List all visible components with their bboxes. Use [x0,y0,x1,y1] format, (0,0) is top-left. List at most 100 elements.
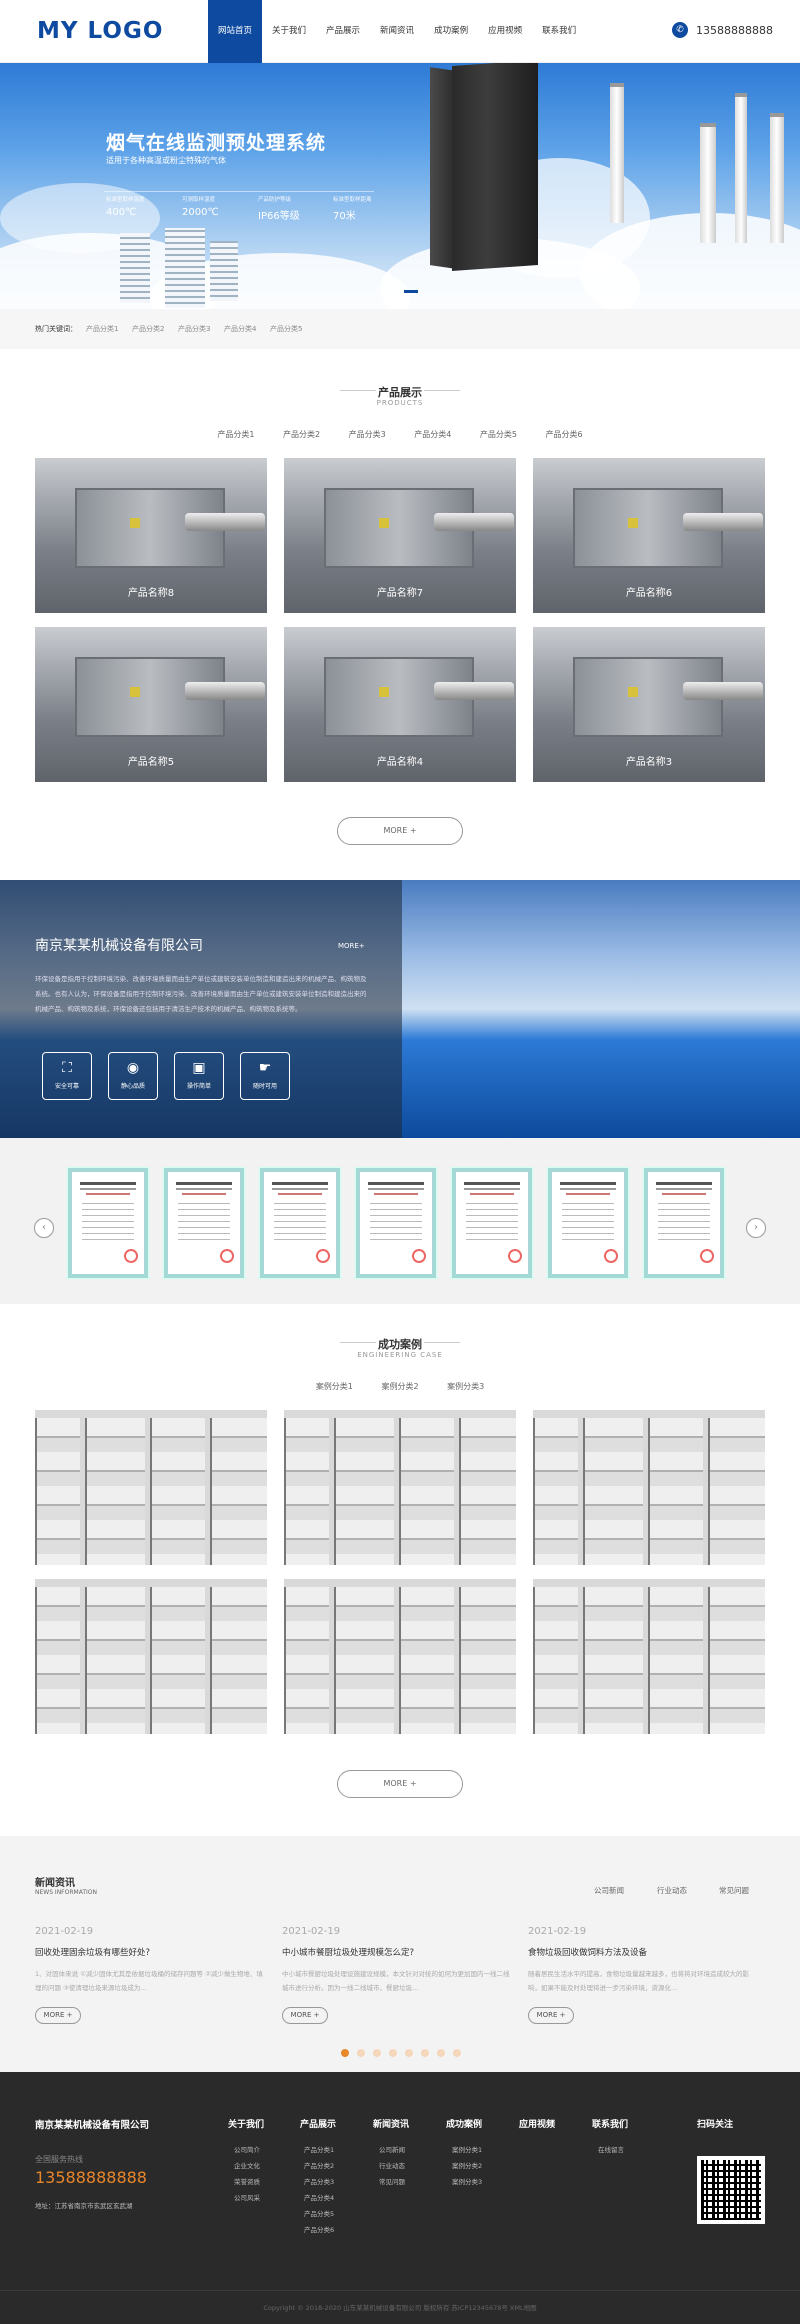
footer-link[interactable]: 产品分类1 [300,2144,336,2154]
news-tab-faq[interactable]: 常见问题 [719,1885,749,1896]
news-item[interactable]: 2021-02-19 中小城市餐厨垃圾处理规模怎么定? 中小城市餐厨垃圾处理设施… [282,1926,512,2024]
nav-home[interactable]: 网站首页 [208,0,263,63]
carousel-prev-button[interactable]: ‹ [34,1218,54,1238]
footer-col-news: 新闻资讯 公司新闻 行业动态 常见问题 [373,2120,410,2186]
certificate-image[interactable] [260,1168,340,1278]
news-pager-dot[interactable] [373,2049,381,2057]
about-more-link[interactable]: MORE+ [338,942,365,950]
footer-link[interactable]: 常见问题 [373,2176,409,2186]
product-name: 产品名称5 [127,757,175,768]
tab-case-2[interactable]: 案例分类2 [381,1382,418,1391]
product-card[interactable]: 产品名称4 [284,627,516,782]
product-name: 产品名称4 [376,757,424,768]
news-pager-dot[interactable] [341,2049,349,2057]
banner-pager-dot[interactable] [404,290,418,293]
news-pager-dot[interactable] [405,2049,413,2057]
products-more-button[interactable]: MORE + [337,817,463,845]
news-pager-dot[interactable] [357,2049,365,2057]
news-item[interactable]: 2021-02-19 食物垃圾回收做饲料方法及设备 随着居民生活水平的提高，食物… [528,1926,758,2024]
news-item[interactable]: 2021-02-19 回收处理固余垃圾有哪些好处? 1、对固体来说 ①减少固体尤… [35,1926,265,2024]
about-text: 环保设备是指用于控制环境污染、改善环境质量而由生产单位或建筑安装单位制造和建造出… [35,975,367,1013]
phone-number: 13588888888 [696,23,773,37]
keyword-link[interactable]: 产品分类4 [224,324,256,334]
product-card[interactable]: 产品名称6 [533,458,765,613]
tab-case-3[interactable]: 案例分类3 [447,1382,484,1391]
certificate-image[interactable] [452,1168,532,1278]
product-name: 产品名称7 [376,588,424,599]
nav-products[interactable]: 产品展示 [316,0,370,63]
product-card[interactable]: 产品名称8 [35,458,267,613]
site-header: MY LOGO 网站首页 关于我们 产品展示 新闻资讯 成功案例 应用视频 联系… [0,0,800,63]
case-card[interactable] [284,1410,516,1565]
news-tab-company[interactable]: 公司新闻 [594,1885,624,1896]
certificate-image[interactable] [356,1168,436,1278]
tab-product-6[interactable]: 产品分类6 [546,430,583,439]
product-tabs: 产品分类1 产品分类2 产品分类3 产品分类4 产品分类5 产品分类6 [0,429,800,440]
certificate-image[interactable] [548,1168,628,1278]
certificate-image[interactable] [68,1168,148,1278]
keyword-link[interactable]: 产品分类5 [270,324,302,334]
keyword-link[interactable]: 产品分类3 [178,324,210,334]
nav-contact[interactable]: 联系我们 [532,0,586,63]
products-title: 产品展示 [378,386,422,399]
news-headline[interactable]: 回收处理固余垃圾有哪些好处? [35,1946,265,1958]
products-subtitle: PRODUCTS [376,399,424,407]
news-more-button[interactable]: MORE + [35,2007,81,2024]
cases-more-button[interactable]: MORE + [337,1770,463,1798]
carousel-next-button[interactable]: › [746,1218,766,1238]
footer-link[interactable]: 荣誉资质 [228,2176,264,2186]
product-card[interactable]: 产品名称3 [533,627,765,782]
footer-link[interactable]: 产品分类5 [300,2208,336,2218]
tab-product-5[interactable]: 产品分类5 [480,430,517,439]
certificate-image[interactable] [644,1168,724,1278]
footer-link[interactable]: 案例分类1 [446,2144,482,2154]
footer-link[interactable]: 公司新闻 [373,2144,409,2154]
news-date: 2021-02-19 [35,1926,94,1937]
nav-cases[interactable]: 成功案例 [424,0,478,63]
news-pager-dot[interactable] [421,2049,429,2057]
footer-link[interactable]: 行业动态 [373,2160,409,2170]
tab-product-2[interactable]: 产品分类2 [283,430,320,439]
footer-link[interactable]: 公司简介 [228,2144,264,2154]
news-pager-dot[interactable] [389,2049,397,2057]
case-card[interactable] [35,1410,267,1565]
hero-banner[interactable]: 烟气在线监测预处理系统 适用于各种高温或粉尘特殊的气体 标准型取样温度 400℃ … [0,63,800,309]
news-more-button[interactable]: MORE + [282,2007,328,2024]
site-logo[interactable]: MY LOGO [37,18,163,44]
news-headline[interactable]: 中小城市餐厨垃圾处理规模怎么定? [282,1946,512,1958]
news-more-button[interactable]: MORE + [528,2007,574,2024]
news-headline[interactable]: 食物垃圾回收做饲料方法及设备 [528,1946,758,1958]
news-tab-industry[interactable]: 行业动态 [657,1885,687,1896]
product-card[interactable]: 产品名称5 [35,627,267,782]
footer-link[interactable]: 产品分类4 [300,2192,336,2202]
footer-link[interactable]: 公司风采 [228,2192,264,2202]
footer-link[interactable]: 案例分类3 [446,2176,482,2186]
nav-news[interactable]: 新闻资讯 [370,0,424,63]
footer-col-cases: 成功案例 案例分类1 案例分类2 案例分类3 [446,2120,483,2186]
case-card[interactable] [35,1579,267,1734]
footer-link[interactable]: 产品分类3 [300,2176,336,2186]
footer-link[interactable]: 在线留言 [592,2144,628,2154]
news-pager-dot[interactable] [437,2049,445,2057]
case-card[interactable] [533,1579,765,1734]
certificate-image[interactable] [164,1168,244,1278]
case-card[interactable] [284,1579,516,1734]
news-pager-dot[interactable] [453,2049,461,2057]
news-title: 新闻资讯 [35,1878,75,1889]
keyword-link[interactable]: 产品分类2 [132,324,164,334]
footer-link[interactable]: 产品分类6 [300,2224,336,2234]
tab-product-1[interactable]: 产品分类1 [217,430,254,439]
about-section: 南京某某机械设备有限公司 MORE+ 环保设备是指用于控制环境污染、改善环境质量… [0,880,800,1138]
tab-product-4[interactable]: 产品分类4 [414,430,451,439]
case-card[interactable] [533,1410,765,1565]
tab-case-1[interactable]: 案例分类1 [316,1382,353,1391]
keyword-link[interactable]: 产品分类1 [86,324,118,334]
hot-keywords: 热门关键词： 产品分类1 产品分类2 产品分类3 产品分类4 产品分类5 [0,309,800,349]
footer-link[interactable]: 产品分类2 [300,2160,336,2170]
tab-product-3[interactable]: 产品分类3 [349,430,386,439]
product-card[interactable]: 产品名称7 [284,458,516,613]
nav-about[interactable]: 关于我们 [262,0,316,63]
footer-link[interactable]: 企业文化 [228,2160,264,2170]
nav-videos[interactable]: 应用视频 [478,0,532,63]
footer-link[interactable]: 案例分类2 [446,2160,482,2170]
